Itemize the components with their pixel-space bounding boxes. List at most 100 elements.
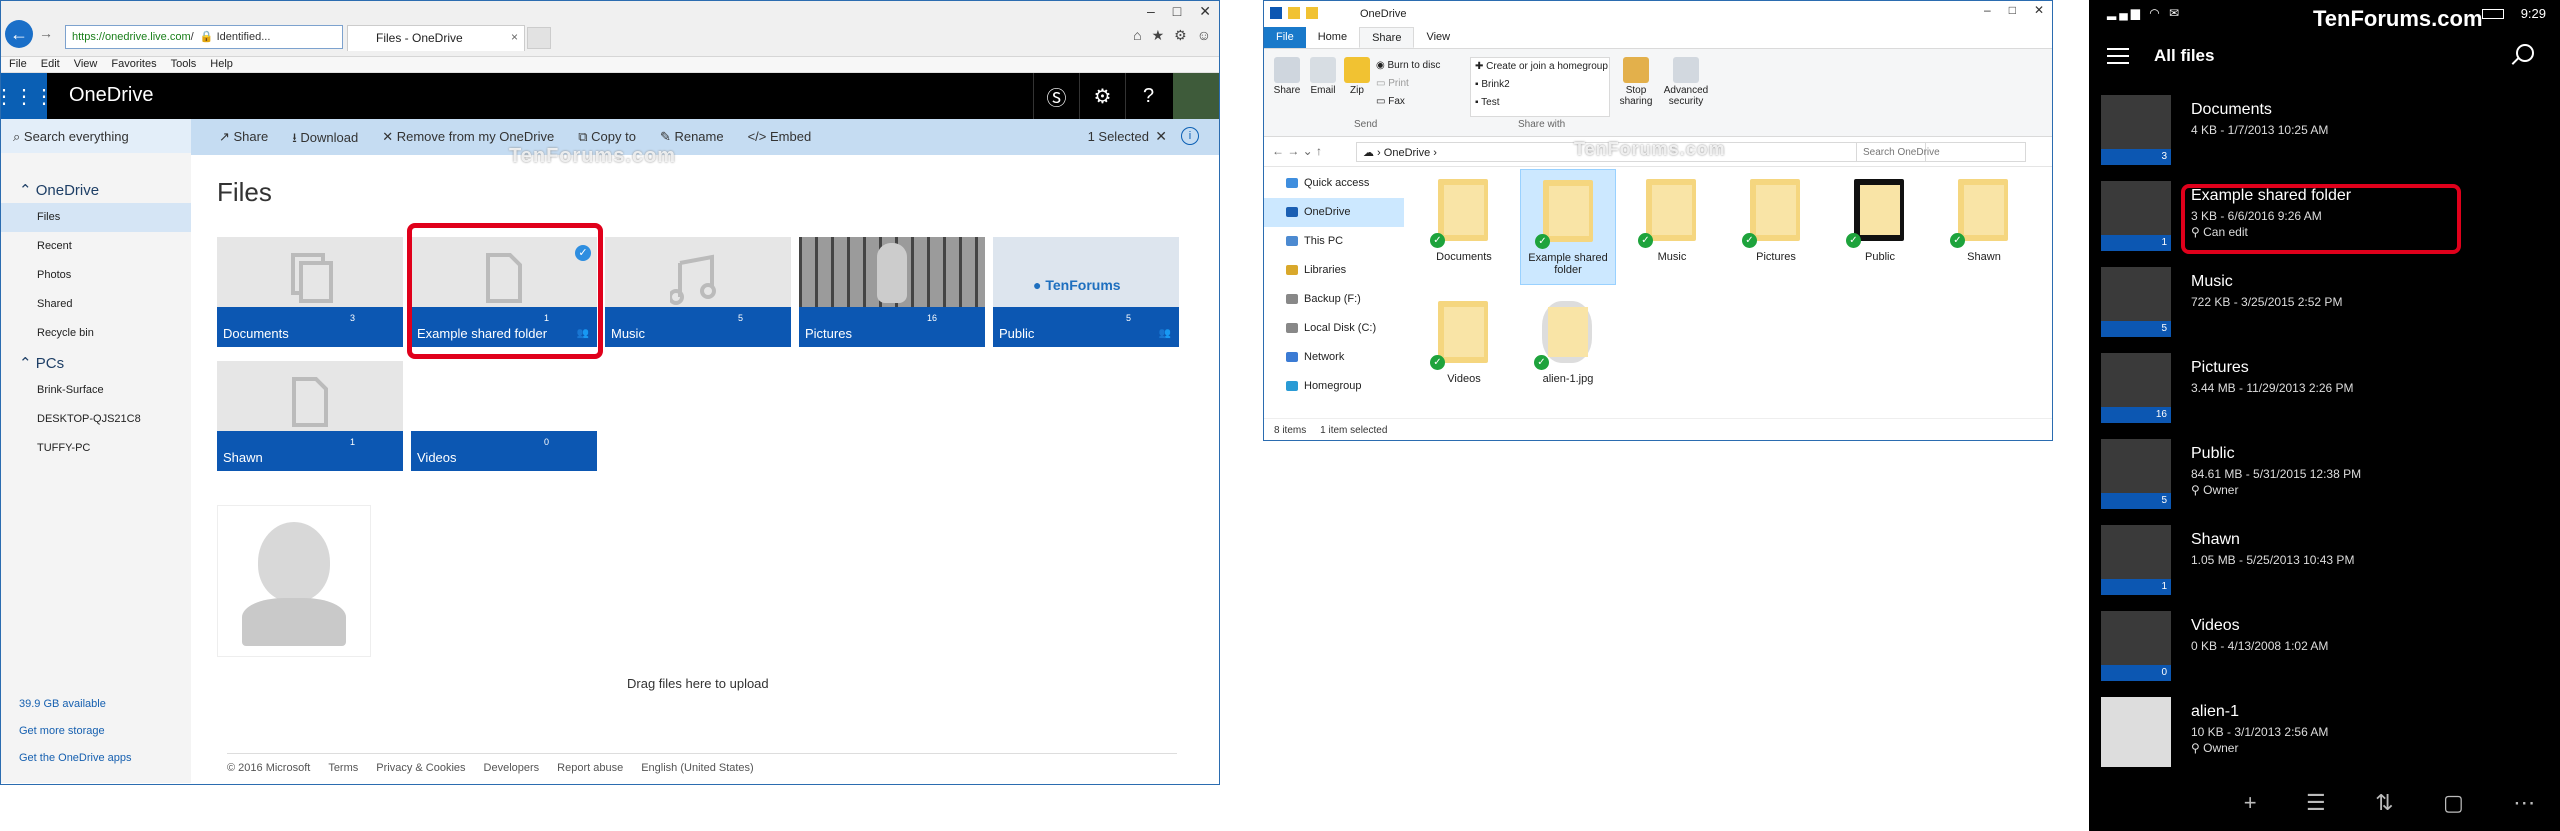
close-tab-icon[interactable]: × [511, 30, 518, 44]
explorer-search-input[interactable]: Search OneDrive [1856, 142, 2026, 162]
address-bar[interactable]: https://onedrive.live.com/ 🔒 Identified.… [65, 25, 343, 49]
tree-this-pc[interactable]: This PC [1264, 227, 1404, 256]
nav-pcs-header[interactable]: ⌃ PCs [1, 352, 191, 376]
share-command[interactable]: ↗ Share [219, 129, 268, 151]
share-ribbon-button[interactable]: Share [1270, 57, 1304, 96]
file-item-shawn[interactable]: ✓ Shawn [1936, 169, 2032, 285]
phone-list-item[interactable]: 1 Shawn 1.05 MB - 5/25/2013 10:43 PM [2101, 525, 2551, 597]
menu-edit[interactable]: Edit [41, 58, 60, 71]
stop-sharing-button[interactable]: Stop sharing [1616, 57, 1656, 107]
menu-favorites[interactable]: Favorites [111, 58, 156, 71]
close-icon[interactable]: ✕ [2034, 3, 2044, 17]
home-icon[interactable]: ⌂ [1133, 27, 1141, 44]
onedrive-brand[interactable]: OneDrive [69, 84, 153, 107]
folder-tile-public[interactable]: ● TenForums Public 5 👥 [993, 237, 1179, 347]
nav-item-shared[interactable]: Shared [1, 290, 191, 319]
nav-item-recent[interactable]: Recent [1, 232, 191, 261]
share-with-gallery[interactable]: ✚ Create or join a homegroup ▪ Brink2 ▪ … [1470, 57, 1610, 117]
search-icon[interactable] [2516, 44, 2534, 62]
nav-onedrive-header[interactable]: ⌃ OneDrive [1, 179, 191, 203]
menu-tools[interactable]: Tools [171, 58, 197, 71]
sort-icon[interactable]: ⇅ [2375, 790, 2393, 816]
avatar[interactable] [1173, 73, 1219, 119]
hamburger-menu-icon[interactable] [2107, 48, 2129, 64]
tree-quick-access[interactable]: Quick access [1264, 169, 1404, 198]
favorites-star-icon[interactable]: ★ [1152, 27, 1165, 44]
file-item-documents[interactable]: ✓ Documents [1416, 169, 1512, 285]
nav-item-photos[interactable]: Photos [1, 261, 191, 290]
smiley-icon[interactable]: ☺ [1197, 27, 1211, 44]
skype-icon[interactable]: Ⓢ [1033, 73, 1079, 119]
settings-gear-icon[interactable]: ⚙ [1079, 73, 1125, 119]
storage-available[interactable]: 39.9 GB available [19, 698, 106, 710]
view-icon[interactable]: ▢ [2443, 790, 2464, 816]
folder-tile-documents[interactable]: Documents 3 [217, 237, 403, 347]
phone-list-item[interactable]: 5 Music 722 KB - 3/25/2015 2:52 PM [2101, 267, 2551, 339]
footer-link-developers[interactable]: Developers [484, 762, 540, 774]
nav-item-files[interactable]: Files [1, 203, 191, 232]
search-box[interactable]: ⌕ Search everything [1, 119, 191, 155]
tab-home[interactable]: Home [1306, 27, 1359, 48]
new-tab-button[interactable] [527, 27, 551, 49]
minimize-icon[interactable]: – [1147, 3, 1155, 20]
folder-tile-shawn[interactable]: Shawn 1 [217, 361, 403, 471]
homegroup-option[interactable]: ✚ Create or join a homegroup [1475, 58, 1609, 76]
forward-button[interactable]: → [39, 25, 57, 43]
select-icon[interactable]: ☰ [2306, 790, 2326, 816]
nav-pc-item[interactable]: TUFFY-PC [1, 434, 191, 463]
tree-backup-drive[interactable]: Backup (F:) [1264, 285, 1404, 314]
folder-tile-music[interactable]: Music 5 [605, 237, 791, 347]
file-item-public[interactable]: ✓ Public [1832, 169, 1928, 285]
file-item-music[interactable]: ✓ Music [1624, 169, 1720, 285]
nav-pc-item[interactable]: Brink-Surface [1, 376, 191, 405]
image-tile-alien[interactable] [217, 505, 371, 657]
tab-files-onedrive[interactable]: Files - OneDrive × [347, 25, 525, 51]
minimize-icon[interactable]: – [1984, 3, 1991, 17]
file-item-pictures[interactable]: ✓ Pictures [1728, 169, 1824, 285]
footer-link-terms[interactable]: Terms [328, 762, 358, 774]
menu-file[interactable]: File [9, 58, 27, 71]
get-more-storage-link[interactable]: Get more storage [19, 725, 105, 737]
tree-libraries[interactable]: Libraries [1264, 256, 1404, 285]
phone-list-item[interactable]: alien-1 10 KB - 3/1/2013 2:56 AM ⚲ Owner [2101, 697, 2551, 769]
tab-view[interactable]: View [1414, 27, 1462, 48]
zip-button[interactable]: Zip [1342, 57, 1372, 96]
tree-network[interactable]: Network [1264, 343, 1404, 372]
nav-arrows-icon[interactable]: ← → ⌄ ↑ [1272, 144, 1322, 158]
footer-link-language[interactable]: English (United States) [641, 762, 754, 774]
info-icon[interactable]: i [1181, 127, 1199, 145]
clear-selection-icon[interactable]: ✕ [1155, 128, 1167, 145]
back-button[interactable]: ← [5, 20, 33, 48]
file-item-example-shared-folder[interactable]: ✓ Example shared folder [1520, 169, 1616, 285]
tree-local-disk[interactable]: Local Disk (C:) [1264, 314, 1404, 343]
phone-list-item[interactable]: 3 Documents 4 KB - 1/7/2013 10:25 AM [2101, 95, 2551, 167]
footer-link-privacy[interactable]: Privacy & Cookies [376, 762, 465, 774]
print-button[interactable]: ▭ Print [1376, 75, 1440, 93]
more-icon[interactable]: ⋯ [2513, 790, 2535, 816]
close-icon[interactable]: ✕ [1199, 3, 1211, 20]
help-icon[interactable]: ? [1125, 73, 1171, 119]
user-option[interactable]: ▪ Test [1475, 94, 1609, 112]
add-icon[interactable]: + [2244, 790, 2257, 816]
gear-icon[interactable]: ⚙ [1174, 27, 1187, 44]
phone-list-item[interactable]: 5 Public 84.61 MB - 5/31/2015 12:38 PM ⚲ Ow… [2101, 439, 2551, 511]
menu-help[interactable]: Help [210, 58, 233, 71]
app-launcher-icon[interactable]: ⋮⋮⋮ [1, 73, 54, 119]
maximize-icon[interactable]: □ [2009, 3, 2016, 17]
file-item-alien-jpg[interactable]: ✓ alien-1.jpg [1520, 291, 1616, 407]
file-item-videos[interactable]: ✓ Videos [1416, 291, 1512, 407]
folder-tile-videos[interactable]: Videos 0 [411, 361, 597, 471]
nav-pc-item[interactable]: DESKTOP-QJS21C8 [1, 405, 191, 434]
tree-homegroup[interactable]: Homegroup [1264, 372, 1404, 401]
folder-tile-pictures[interactable]: Pictures 16 [799, 237, 985, 347]
properties-icon[interactable] [1288, 7, 1300, 19]
phone-list-item[interactable]: 0 Videos 0 KB - 4/13/2008 1:02 AM [2101, 611, 2551, 683]
maximize-icon[interactable]: □ [1173, 3, 1181, 20]
burn-button[interactable]: ◉ Burn to disc [1376, 57, 1440, 75]
footer-link-report-abuse[interactable]: Report abuse [557, 762, 623, 774]
advanced-security-button[interactable]: Advanced security [1660, 57, 1712, 107]
tab-file[interactable]: File [1264, 27, 1306, 48]
user-option[interactable]: ▪ Brink2 [1475, 76, 1609, 94]
download-command[interactable]: ⭳ Download [292, 129, 358, 151]
embed-command[interactable]: </> Embed [748, 129, 812, 151]
